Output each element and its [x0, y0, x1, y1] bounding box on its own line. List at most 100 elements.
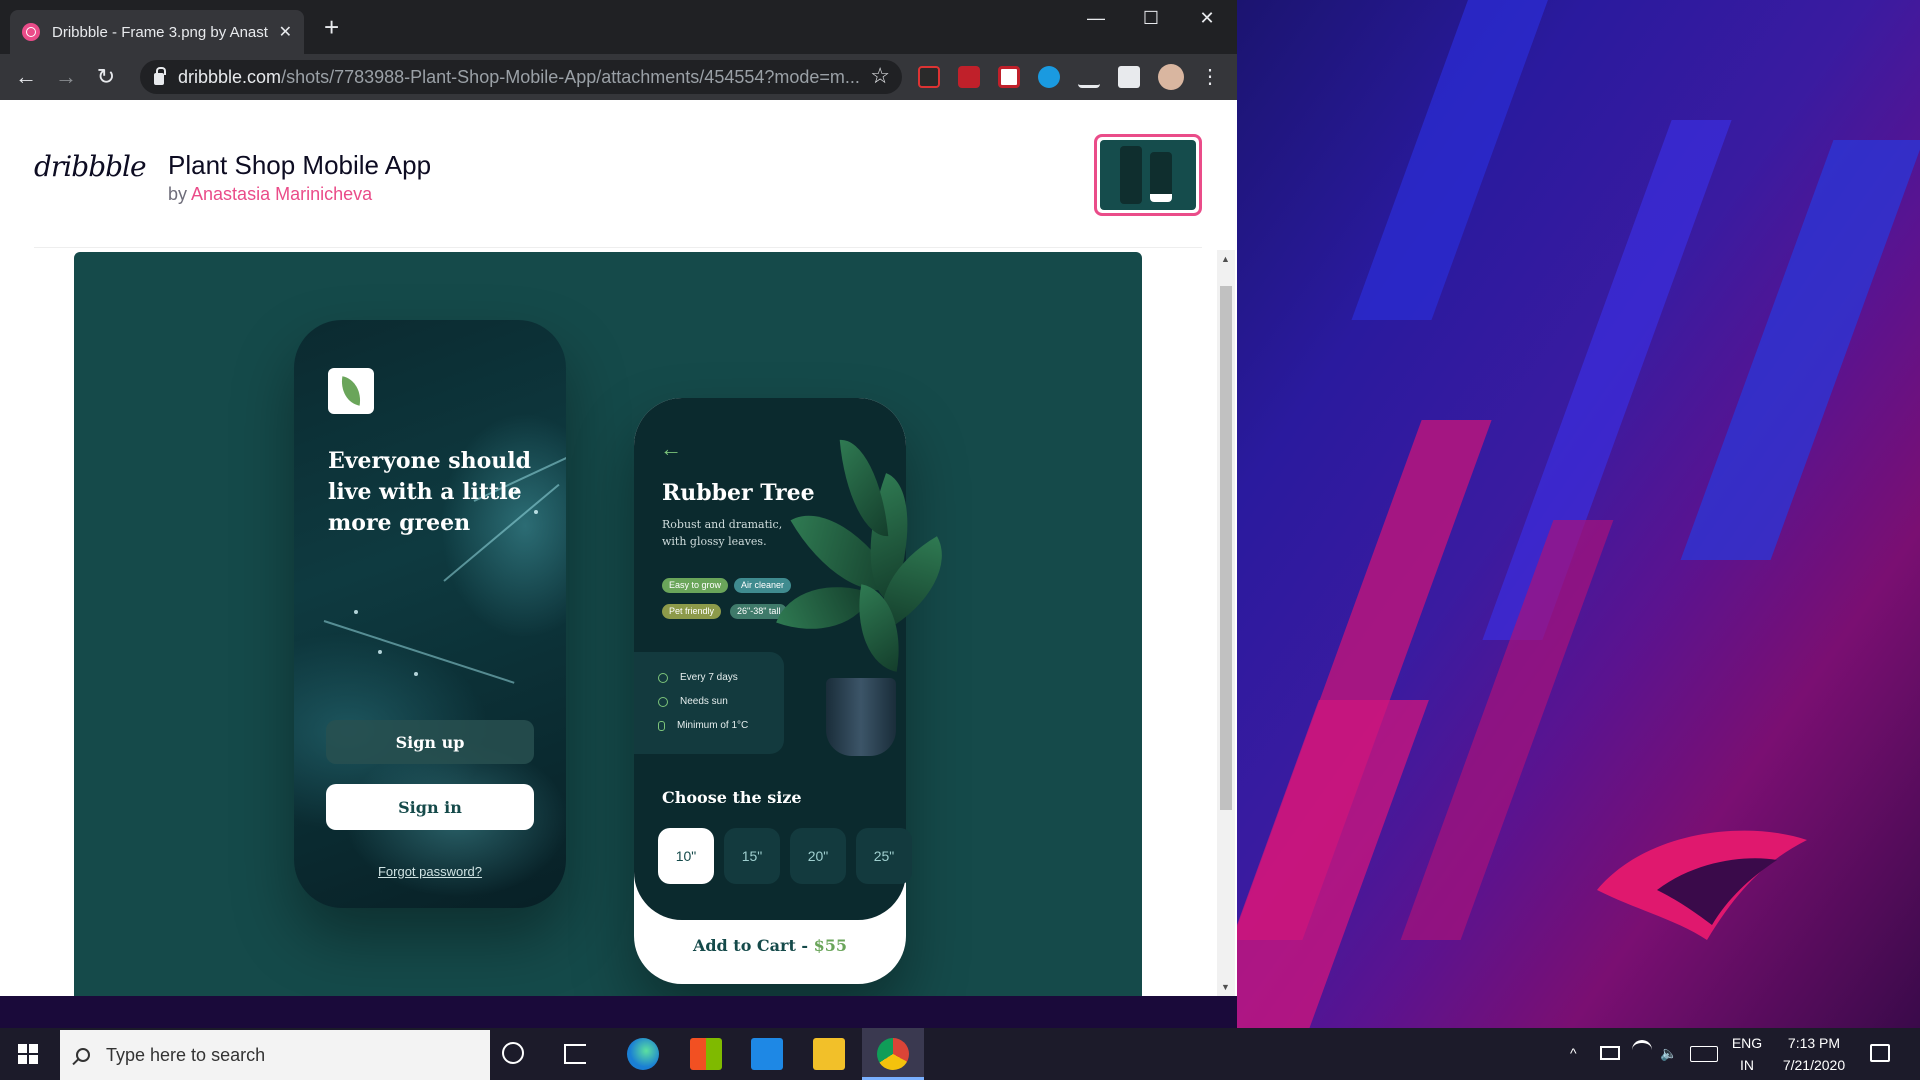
- water-drop: [354, 610, 358, 614]
- size-title: Choose the size: [662, 788, 802, 807]
- extension-blue-icon[interactable]: [1038, 66, 1060, 88]
- url-host: dribbble.com: [178, 66, 282, 87]
- region-code: IN: [1740, 1057, 1754, 1073]
- care-label: Needs sun: [680, 696, 728, 707]
- bookmark-star-icon[interactable]: ☆: [870, 63, 890, 89]
- tab-title: Dribbble - Frame 3.png by Anast: [52, 23, 268, 41]
- rog-logo: [1597, 830, 1807, 940]
- sun-icon: [658, 696, 668, 707]
- extension-pocket-icon[interactable]: [998, 66, 1020, 88]
- scroll-down-arrow-icon[interactable]: ▼: [1221, 982, 1230, 992]
- leaf-icon: [337, 376, 365, 406]
- forgot-password-link: Forgot password?: [377, 864, 483, 879]
- scrollbar-thumb[interactable]: [1220, 286, 1232, 810]
- mail-icon[interactable]: [751, 1038, 783, 1070]
- taskbar-search-box[interactable]: Type here to search: [60, 1030, 490, 1080]
- chrome-window: Dribbble - Frame 3.png by Anast ✕ + — ☐ …: [0, 0, 1237, 996]
- browser-menu-icon[interactable]: ⋮: [1196, 64, 1224, 90]
- plant-description: Robust and dramatic, with glossy leaves.: [662, 518, 783, 548]
- price: $55: [813, 936, 848, 955]
- clock[interactable]: 7:13 PM 7/21/2020: [1770, 1032, 1858, 1076]
- tab-close-icon[interactable]: ✕: [279, 22, 292, 42]
- add-to-cart-button: Add to Cart - $55: [634, 936, 906, 955]
- sign-up-button: Sign up: [326, 720, 534, 764]
- new-tab-button[interactable]: +: [324, 14, 339, 40]
- feature-chip: Air cleaner: [734, 578, 792, 593]
- forward-button[interactable]: →: [52, 64, 80, 90]
- size-option-10: 10": [658, 828, 714, 884]
- dribbble-favicon-icon: [22, 23, 40, 41]
- rubber-tree-image: [776, 436, 965, 768]
- size-option-20: 20": [790, 828, 846, 884]
- search-icon: [76, 1048, 90, 1062]
- extension-off-icon[interactable]: [918, 66, 940, 88]
- windows-taskbar: Type here to search ^ 🔈 ENG IN 7:13 PM 7…: [0, 1028, 1920, 1080]
- care-temperature: Minimum of 1°C: [658, 720, 748, 731]
- onboarding-tagline: Everyone should live with a little more …: [328, 448, 532, 536]
- battery-icon[interactable]: [1600, 1046, 1620, 1060]
- care-label: Every 7 days: [680, 672, 738, 683]
- lock-icon: [154, 67, 166, 85]
- profile-avatar[interactable]: [1158, 64, 1184, 90]
- cortana-icon[interactable]: [502, 1042, 524, 1064]
- wallpaper-stripe: [1351, 0, 1563, 320]
- close-window-button[interactable]: ✕: [1187, 8, 1227, 29]
- water-drop: [414, 672, 418, 676]
- shot-title: Plant Shop Mobile App: [168, 150, 432, 180]
- file-explorer-icon[interactable]: [813, 1038, 845, 1070]
- size-option-25: 25": [856, 828, 912, 884]
- volume-icon[interactable]: 🔈: [1660, 1042, 1677, 1064]
- care-watering: Every 7 days: [658, 672, 738, 683]
- clock-date: 7/21/2020: [1782, 1057, 1846, 1073]
- author-link[interactable]: Anastasia Marinicheva: [191, 184, 372, 204]
- extension-pen-icon[interactable]: [1078, 66, 1100, 88]
- add-to-cart-label: Add to Cart -: [692, 936, 814, 955]
- app-logo-icon: [328, 368, 374, 414]
- water-drop: [378, 650, 382, 654]
- leaf-vein: [323, 620, 515, 684]
- address-bar[interactable]: dribbble.com/shots/7783988-Plant-Shop-Mo…: [140, 60, 902, 94]
- onboarding-screen: Everyone should live with a little more …: [294, 320, 566, 908]
- action-center-icon[interactable]: [1870, 1044, 1890, 1062]
- back-button[interactable]: ←: [12, 64, 40, 90]
- extension-rocket-icon[interactable]: [958, 66, 980, 88]
- show-hidden-icons-chevron-icon[interactable]: ^: [1570, 1042, 1577, 1064]
- browser-toolbar: ← → ↻ dribbble.com/shots/7783988-Plant-S…: [0, 54, 1237, 100]
- task-view-icon[interactable]: [564, 1044, 586, 1064]
- wifi-icon[interactable]: [1632, 1040, 1652, 1060]
- shot-image: Everyone should live with a little more …: [74, 252, 1142, 996]
- attachment-thumbnail[interactable]: [1094, 134, 1202, 216]
- thumbnail-phone: [1120, 146, 1142, 204]
- care-sun: Needs sun: [658, 696, 728, 707]
- feature-chip: Easy to grow: [662, 578, 729, 593]
- back-arrow-icon: ←: [660, 436, 682, 461]
- microsoft-store-icon[interactable]: [690, 1038, 722, 1070]
- care-info-box: Every 7 days Needs sun Minimum of 1°C: [634, 652, 784, 754]
- maximize-button[interactable]: ☐: [1131, 8, 1171, 29]
- extensions-puzzle-icon[interactable]: [1118, 66, 1140, 88]
- water-drop-icon: [658, 672, 668, 683]
- product-screen: ← Rubber Tree Robust and dramatic, with …: [634, 398, 965, 984]
- scroll-up-arrow-icon[interactable]: ▲: [1221, 254, 1230, 264]
- browser-tab[interactable]: Dribbble - Frame 3.png by Anast ✕: [10, 10, 304, 54]
- page-content: dribbble Plant Shop Mobile App by Anasta…: [0, 100, 1237, 996]
- minimize-button[interactable]: —: [1076, 8, 1116, 29]
- by-label: by: [168, 184, 192, 204]
- plant-pot: [826, 678, 896, 756]
- edge-browser-icon[interactable]: [627, 1038, 659, 1070]
- shot-byline: by Anastasia Marinicheva: [168, 184, 372, 205]
- language-code: ENG: [1731, 1035, 1763, 1051]
- page-scrollbar[interactable]: ▲ ▼: [1217, 250, 1235, 996]
- chrome-icon: [877, 1038, 909, 1070]
- thumbnail-image: [1100, 140, 1196, 210]
- input-language-indicator[interactable]: ENG IN: [1728, 1032, 1766, 1076]
- url-path: /shots/7783988-Plant-Shop-Mobile-App/att…: [281, 66, 860, 87]
- windows-start-icon[interactable]: [18, 1044, 38, 1064]
- wallpaper-stripe: [1680, 140, 1920, 560]
- reload-button[interactable]: ↻: [92, 64, 120, 90]
- header-divider: [34, 247, 1202, 248]
- dribbble-logo[interactable]: dribbble: [34, 150, 147, 183]
- touch-keyboard-icon[interactable]: [1690, 1046, 1718, 1062]
- clock-time: 7:13 PM: [1787, 1035, 1841, 1051]
- desktop-wallpaper: [1237, 0, 1920, 1028]
